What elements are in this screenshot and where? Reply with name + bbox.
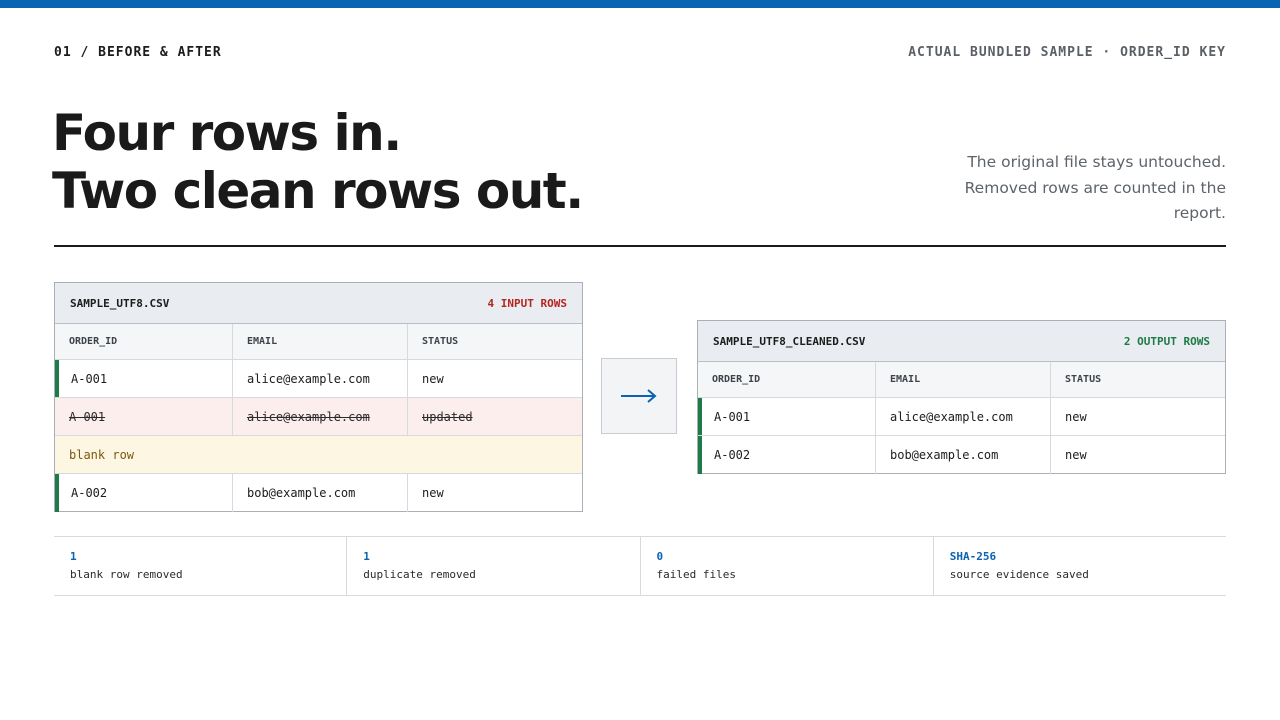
order-id-cell: A-001 [714,409,751,424]
email-cell: alice@example.com [232,398,407,435]
subtitle: The original file stays untouched. Remov… [964,153,1226,222]
column-header-status: STATUS [1050,362,1225,397]
table-row-kept: A-001 alice@example.com new [55,360,582,398]
status-cell: updated [407,398,582,435]
transition-box [601,358,677,434]
context-label: ACTUAL BUNDLED SAMPLE · ORDER_ID KEY [908,45,1226,60]
status-cell: new [1050,398,1225,435]
stat-duplicate-removed: 1 duplicate removed [346,537,639,595]
status-cell: new [407,474,582,512]
arrow-right-icon [621,389,657,403]
table-row-kept: A-002 bob@example.com new [698,436,1225,474]
stat-failed-files: 0 failed files [639,537,933,595]
status-cell: new [1050,436,1225,474]
status-cell: new [407,360,582,397]
page-title: Four rows in. Two clean rows out. [52,104,584,220]
title-line-1: Four rows in. [52,104,402,162]
output-panel-header: SAMPLE_UTF8_CLEANED.CSV 2 OUTPUT ROWS [698,321,1225,362]
title-line-2: Two clean rows out. [52,162,584,220]
stat-blank-removed: 1 blank row removed [54,537,346,595]
column-header-order-id: ORDER_ID [69,336,118,347]
section-label: 01 / BEFORE & AFTER [54,45,222,60]
order-id-cell: A-002 [714,448,751,462]
email-cell: bob@example.com [875,436,1050,474]
input-file-panel: SAMPLE_UTF8.CSV 4 INPUT ROWS ORDER_ID EM… [54,282,583,512]
email-cell: bob@example.com [232,474,407,512]
stat-label: failed files [656,568,736,581]
table-row-kept: A-002 bob@example.com new [55,474,582,512]
stat-value: 1 [70,550,77,563]
table-row-duplicate: A-001 alice@example.com updated [55,398,582,436]
input-panel-header: SAMPLE_UTF8.CSV 4 INPUT ROWS [55,283,582,324]
email-cell: alice@example.com [875,398,1050,435]
stat-value: SHA-256 [949,550,997,563]
output-table-header: ORDER_ID EMAIL STATUS [698,362,1225,398]
stat-evidence-saved: SHA-256 source evidence saved [932,537,1226,595]
email-cell: alice@example.com [232,360,407,397]
output-row-count: 2 OUTPUT ROWS [1123,334,1210,348]
input-filename: SAMPLE_UTF8.CSV [70,296,170,310]
summary-stats: 1 blank row removed 1 duplicate removed … [54,536,1226,596]
table-row-blank: blank row [55,436,582,474]
stat-label: source evidence saved [949,568,1089,581]
divider [54,245,1226,247]
column-header-order-id: ORDER_ID [712,374,761,385]
order-id-cell: A-002 [71,486,108,500]
table-row-kept: A-001 alice@example.com new [698,398,1225,436]
column-header-email: EMAIL [875,362,1050,397]
input-row-count: 4 INPUT ROWS [487,296,567,310]
stat-label: duplicate removed [363,568,476,581]
order-id-cell: A-001 [69,409,106,424]
column-header-email: EMAIL [232,324,407,359]
stat-value: 1 [363,550,370,563]
input-table-header: ORDER_ID EMAIL STATUS [55,324,582,360]
blank-row-label: blank row [69,447,135,462]
output-file-panel: SAMPLE_UTF8_CLEANED.CSV 2 OUTPUT ROWS OR… [697,320,1226,474]
column-header-status: STATUS [407,324,582,359]
stat-label: blank row removed [70,568,183,581]
order-id-cell: A-001 [71,371,108,386]
stat-value: 0 [656,550,664,563]
top-accent-bar [0,0,1280,8]
output-filename: SAMPLE_UTF8_CLEANED.CSV [713,334,866,348]
